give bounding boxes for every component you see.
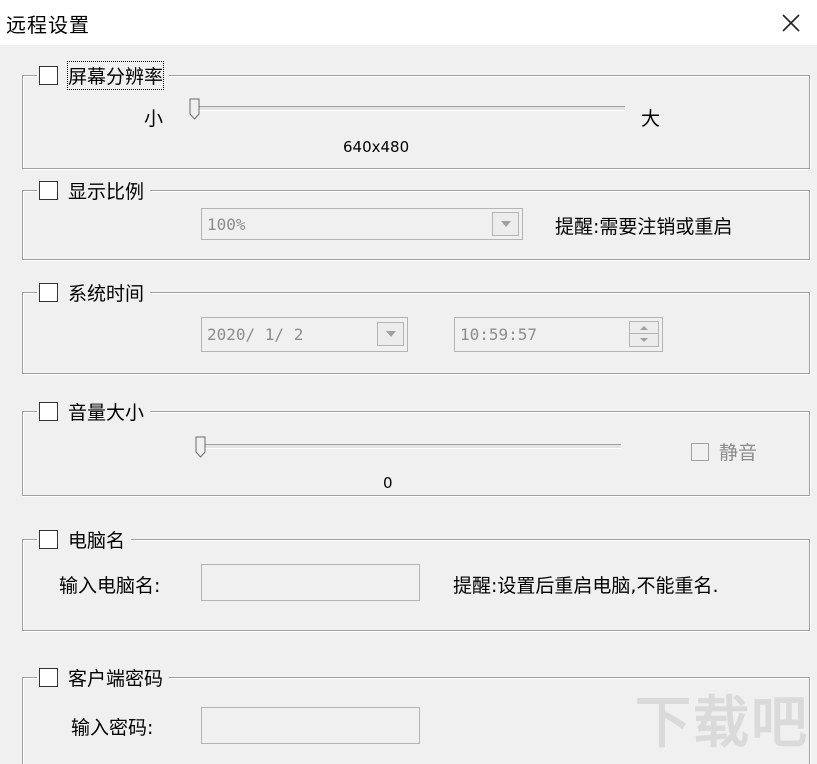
scale-label: 显示比例 [68, 180, 145, 203]
scale-group: 显示比例 100% 提醒:需要注销或重启 [22, 176, 810, 260]
window-title: 远程设置 [6, 13, 90, 37]
chevron-down-icon [640, 338, 648, 342]
resolution-label: 屏幕分辨率 [66, 60, 165, 90]
password-input[interactable] [201, 707, 420, 744]
chevron-down-icon [385, 331, 396, 337]
client-password-legend: 客户端密码 [37, 663, 170, 691]
resolution-max-label: 大 [641, 108, 661, 130]
resolution-value: 640x480 [343, 138, 410, 156]
computer-name-input[interactable] [201, 564, 420, 601]
scale-dropdown-button[interactable] [492, 212, 519, 236]
close-button[interactable] [765, 0, 817, 45]
volume-label: 音量大小 [68, 401, 145, 424]
scale-select-value: 100% [207, 214, 246, 234]
time-spin-up[interactable] [630, 322, 658, 334]
time-picker[interactable]: 10:59:57 [454, 317, 663, 352]
resolution-slider-track[interactable] [193, 106, 625, 111]
chevron-down-icon [500, 221, 511, 227]
computer-name-label: 电脑名 [68, 529, 126, 552]
scale-select[interactable]: 100% [201, 208, 523, 240]
mute-label: 静音 [719, 442, 758, 464]
computer-name-hint: 提醒:设置后重启电脑,不能重名. [453, 575, 719, 597]
title-bar: 远程设置 [0, 0, 817, 45]
watermark: 下载吧 [635, 691, 809, 756]
scale-checkbox[interactable] [39, 180, 58, 200]
close-icon [782, 13, 800, 32]
scale-hint: 提醒:需要注销或重启 [555, 216, 733, 238]
volume-group: 音量大小 静音 0 [22, 397, 810, 496]
resolution-group: 屏幕分辨率 小 大 640x480 [22, 60, 810, 169]
client-password-checkbox[interactable] [39, 667, 58, 687]
resolution-checkbox[interactable] [39, 65, 58, 85]
system-time-legend: 系统时间 [37, 278, 151, 306]
chevron-up-icon [640, 325, 648, 330]
system-time-label: 系统时间 [68, 282, 145, 305]
resolution-legend: 屏幕分辨率 [37, 60, 170, 90]
mute-option[interactable]: 静音 [691, 438, 757, 465]
volume-slider-thumb[interactable] [195, 436, 206, 458]
scale-legend: 显示比例 [37, 176, 151, 204]
volume-checkbox[interactable] [39, 401, 58, 421]
volume-legend: 音量大小 [37, 397, 151, 425]
computer-name-checkbox[interactable] [39, 529, 58, 549]
date-dropdown-button[interactable] [377, 322, 404, 346]
time-value: 10:59:57 [460, 325, 538, 344]
time-spinner[interactable] [629, 321, 659, 347]
resolution-slider-thumb[interactable] [189, 98, 200, 120]
computer-name-input-label: 输入电脑名: [59, 575, 161, 597]
client-password-label: 客户端密码 [68, 667, 164, 690]
computer-name-legend: 电脑名 [37, 525, 132, 553]
system-time-checkbox[interactable] [39, 282, 58, 302]
date-value: 2020/ 1/ 2 [207, 325, 304, 344]
volume-value: 0 [383, 474, 393, 492]
resolution-min-label: 小 [144, 108, 164, 130]
computer-name-group: 电脑名 输入电脑名: 提醒:设置后重启电脑,不能重名. [22, 525, 810, 631]
password-input-label: 输入密码: [71, 717, 154, 739]
mute-checkbox[interactable] [691, 442, 709, 461]
date-picker[interactable]: 2020/ 1/ 2 [201, 317, 408, 352]
system-time-group: 系统时间 2020/ 1/ 2 10:59:57 [22, 278, 810, 374]
volume-slider-track[interactable] [199, 444, 621, 449]
time-spin-down[interactable] [630, 334, 658, 346]
